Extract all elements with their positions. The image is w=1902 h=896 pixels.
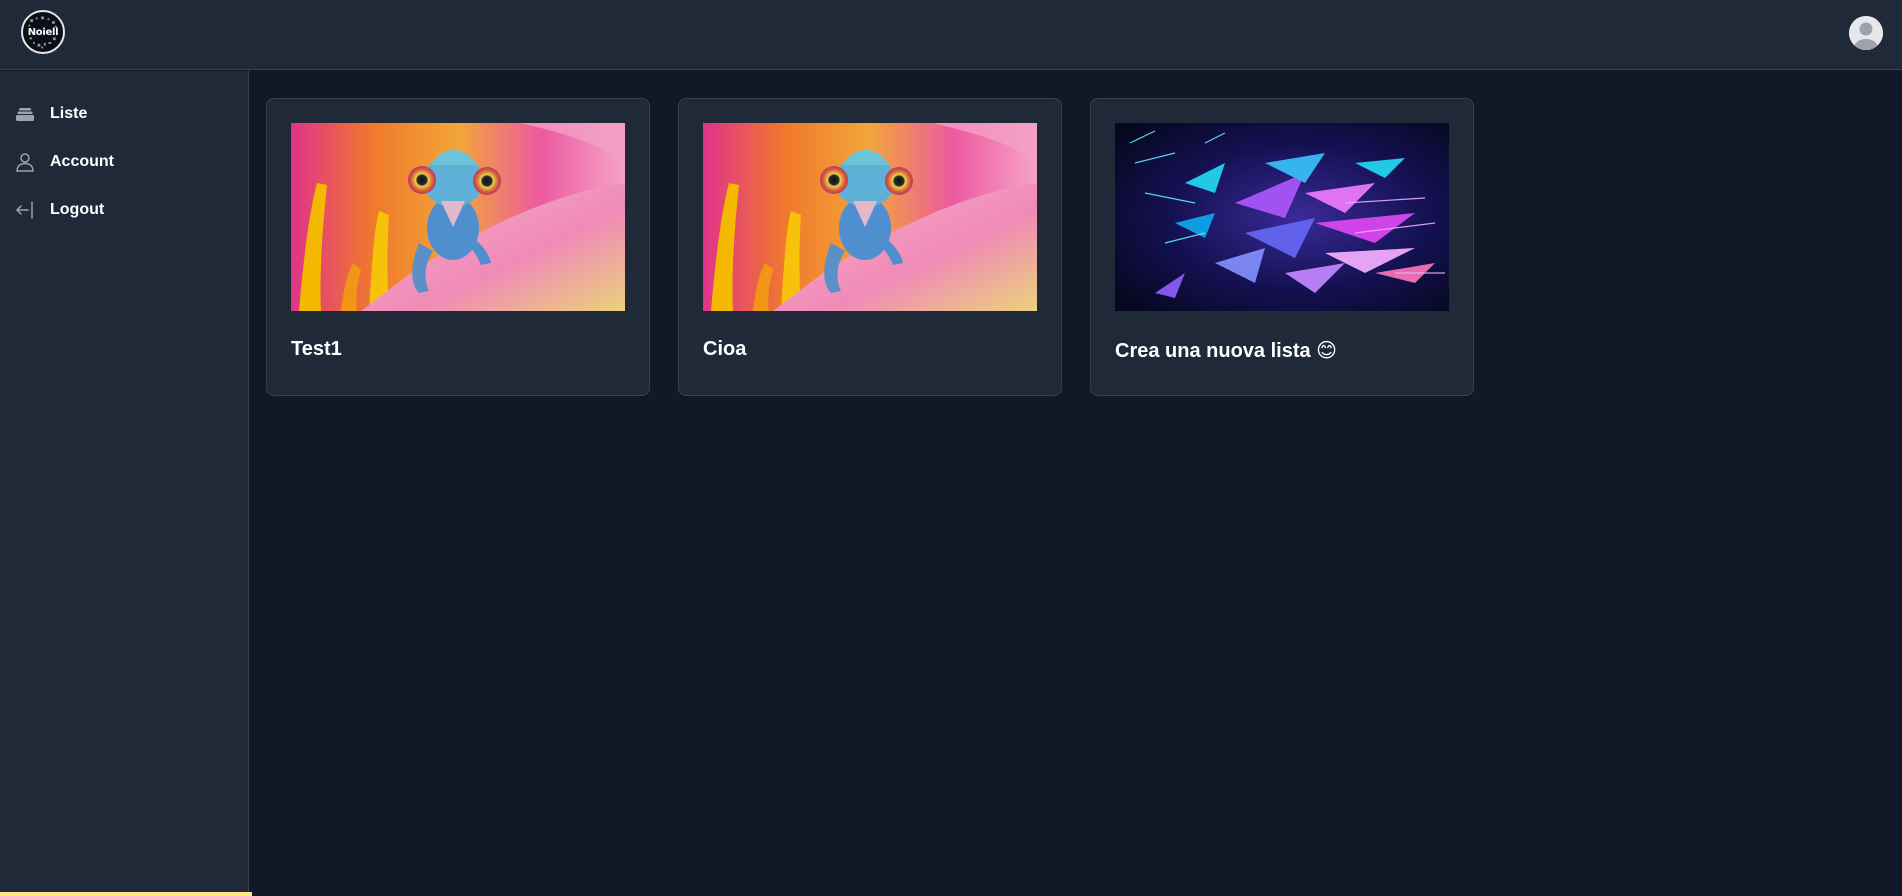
list-card[interactable]: Test1 — [266, 98, 650, 396]
card-title: Crea una nuova lista 😊 — [1115, 340, 1338, 362]
logo-text: Noiell — [27, 26, 59, 38]
create-list-card[interactable]: Crea una nuova lista 😊 — [1090, 98, 1474, 396]
sidebar-item-label: Liste — [50, 105, 88, 122]
app-logo[interactable]: Noiell — [21, 10, 65, 54]
sidebar: Liste Account Logout — [0, 71, 252, 896]
user-icon — [14, 151, 36, 173]
card-image — [703, 123, 1037, 311]
sidebar-item-label: Logout — [50, 201, 105, 218]
user-avatar-icon[interactable] — [1849, 16, 1883, 50]
bottom-progress-bar — [0, 892, 252, 896]
card-title: Cioa — [703, 338, 747, 360]
top-bar: Noiell — [0, 0, 1902, 70]
card-image — [291, 123, 625, 311]
sidebar-item-logout[interactable]: Logout — [0, 190, 249, 230]
card-title: Test1 — [291, 338, 342, 360]
stack-icon — [14, 103, 36, 125]
logout-icon — [14, 199, 36, 221]
sidebar-item-account[interactable]: Account — [0, 142, 249, 182]
list-card[interactable]: Cioa — [678, 98, 1062, 396]
sidebar-item-liste[interactable]: Liste — [0, 94, 249, 134]
sidebar-item-label: Account — [50, 153, 114, 170]
card-image — [1115, 123, 1449, 311]
